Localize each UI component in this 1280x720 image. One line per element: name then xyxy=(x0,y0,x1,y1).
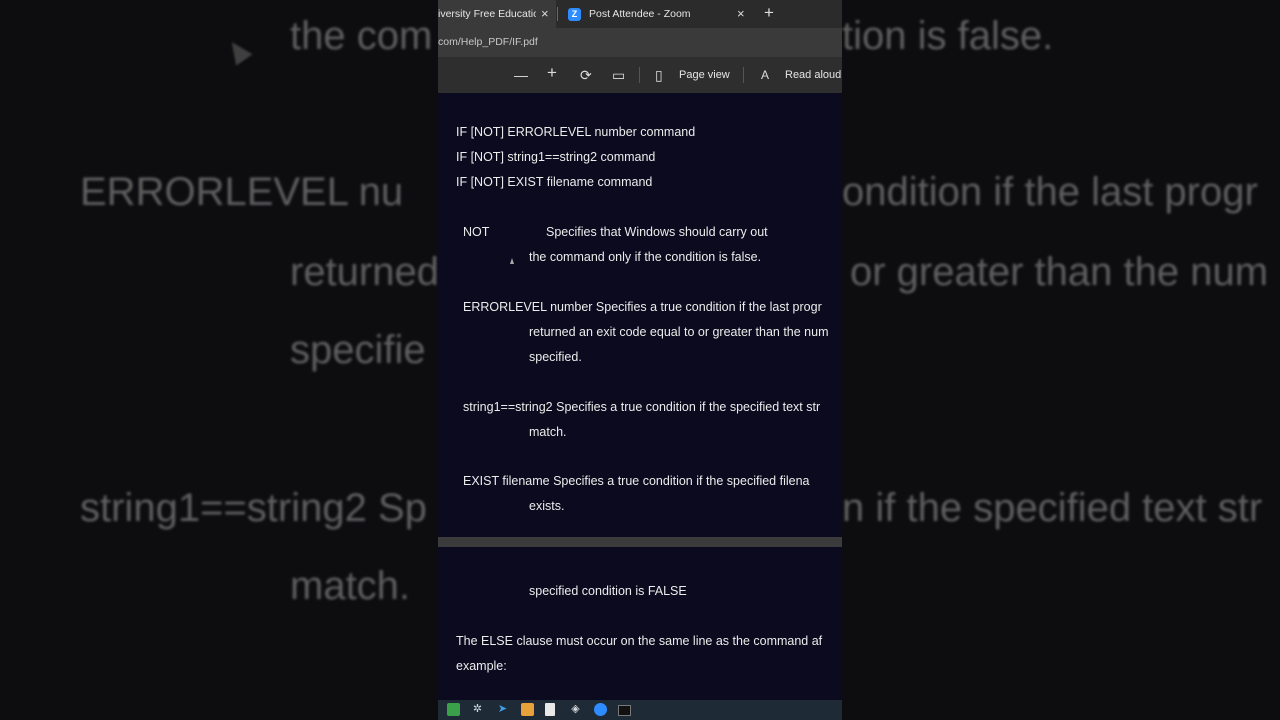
syntax-line: IF [NOT] string1==string2 command xyxy=(456,150,656,164)
read-aloud-button[interactable]: Read aloud xyxy=(785,69,841,81)
page-text: example: xyxy=(456,659,507,673)
document-icon[interactable] xyxy=(545,703,555,716)
terminal-icon[interactable] xyxy=(618,705,631,716)
tab-zoom[interactable]: Z Post Attendee - Zoom × xyxy=(560,0,750,28)
bg-text: match. xyxy=(290,564,411,608)
close-icon[interactable]: × xyxy=(737,6,745,21)
bg-text: the com xyxy=(290,14,433,58)
close-icon[interactable]: × xyxy=(541,6,549,21)
param-desc: match. xyxy=(529,425,567,439)
page-separator xyxy=(438,537,842,547)
bg-text: ondition if the last progr xyxy=(842,170,1258,214)
folder-icon[interactable] xyxy=(521,703,534,716)
bg-text: specifie xyxy=(290,328,426,372)
cursor-icon xyxy=(223,36,253,66)
address-bar[interactable]: com/Help_PDF/IF.pdf xyxy=(438,28,842,57)
pdf-page: IF [NOT] ERRORLEVEL number command IF [N… xyxy=(438,93,842,537)
bg-text: string1==string2 Sp xyxy=(80,486,427,530)
param-line: ERRORLEVEL number Specifies a true condi… xyxy=(463,300,822,314)
param-desc: Specifies that Windows should carry out xyxy=(546,225,768,239)
eraser-icon[interactable]: ◈ xyxy=(569,703,582,716)
param-desc: returned an exit code equal to or greate… xyxy=(529,325,829,339)
param-line: EXIST filename Specifies a true conditio… xyxy=(463,474,810,488)
tab-label: Post Attendee - Zoom xyxy=(589,8,691,20)
fit-page-icon[interactable]: ▭ xyxy=(612,67,625,83)
syntax-line: IF [NOT] EXIST filename command xyxy=(456,175,653,189)
rotate-icon[interactable]: ⟳ xyxy=(580,67,592,83)
syntax-line: IF [NOT] ERRORLEVEL number command xyxy=(456,125,696,139)
page-view-button[interactable]: Page view xyxy=(679,69,730,81)
bird-icon[interactable]: ➤ xyxy=(496,703,509,716)
app-icon[interactable] xyxy=(447,703,460,716)
url-text[interactable]: com/Help_PDF/IF.pdf xyxy=(438,36,538,48)
browser-window: iversity Free Education × Z Post Attende… xyxy=(438,0,842,720)
taskbar: ✲ ➤ ◈ xyxy=(438,700,842,720)
vpn-icon[interactable]: ✲ xyxy=(471,703,484,716)
divider xyxy=(743,67,744,83)
param-desc: specified. xyxy=(529,350,582,364)
pdf-page: specified condition is FALSE The ELSE cl… xyxy=(438,547,842,700)
mouse-pointer-icon xyxy=(510,258,514,264)
zoom-icon: Z xyxy=(568,7,581,21)
tab-university[interactable]: iversity Free Education × xyxy=(438,0,556,28)
zoom-in-icon[interactable]: + xyxy=(547,64,557,81)
param-desc: exists. xyxy=(529,499,565,513)
bg-text: ERRORLEVEL nu xyxy=(80,170,404,214)
zoom-app-icon[interactable] xyxy=(594,703,607,716)
tab-separator xyxy=(557,7,558,21)
tab-label: iversity Free Education xyxy=(438,8,536,20)
bg-text: tion is false. xyxy=(842,14,1054,58)
bg-text: returned xyxy=(290,250,439,294)
new-tab-button[interactable]: + xyxy=(764,3,774,23)
param-term: NOT xyxy=(463,225,490,239)
page-view-icon[interactable]: ▯ xyxy=(655,67,663,83)
param-desc: the command only if the condition is fal… xyxy=(529,250,762,264)
tab-bar: iversity Free Education × Z Post Attende… xyxy=(438,0,842,28)
zoom-out-icon[interactable]: — xyxy=(514,67,528,83)
bg-text: n if the specified text str xyxy=(842,486,1263,530)
param-line: string1==string2 Specifies a true condit… xyxy=(463,400,821,414)
page-text: specified condition is FALSE xyxy=(529,584,687,598)
divider xyxy=(639,67,640,83)
bg-text: or greater than the num xyxy=(850,250,1269,294)
pdf-toolbar: — + ⟳ ▭ ▯ Page view A Read aloud xyxy=(438,57,842,94)
page-text: The ELSE clause must occur on the same l… xyxy=(456,634,823,648)
read-aloud-icon[interactable]: A xyxy=(761,67,769,83)
